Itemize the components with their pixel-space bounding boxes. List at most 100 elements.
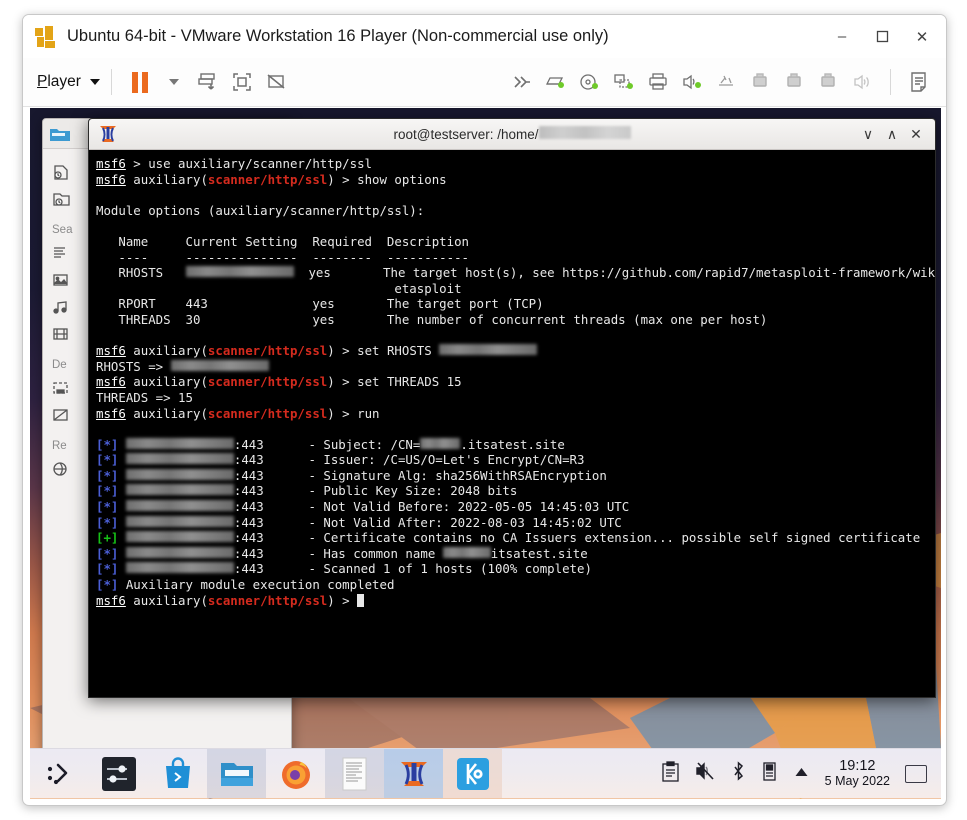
tray-bluetooth[interactable] bbox=[731, 760, 746, 787]
taskbar-firefox[interactable] bbox=[266, 749, 325, 798]
tray-removable-media[interactable] bbox=[761, 761, 778, 787]
terminal-line: [*] :443 - Signature Alg: sha256WithRSAE… bbox=[96, 467, 607, 483]
terminal-line: msf6 > use auxiliary/scanner/http/ssl bbox=[96, 156, 373, 171]
taskbar-kde[interactable] bbox=[443, 749, 502, 798]
clock-date: 5 May 2022 bbox=[824, 773, 890, 788]
taskbar-store[interactable] bbox=[148, 749, 207, 798]
vmware-device-toolbar bbox=[505, 65, 946, 99]
usb-device-3-icon[interactable] bbox=[811, 65, 845, 99]
vmware-titlebar: Ubuntu 64-bit - VMware Workstation 16 Pl… bbox=[23, 15, 946, 58]
taskbar-app-buttons bbox=[30, 749, 502, 798]
terminal-line: msf6 auxiliary(scanner/http/ssl) > set R… bbox=[96, 343, 928, 359]
speaker-icon[interactable] bbox=[845, 65, 879, 99]
terminal-minimize-button[interactable]: ∨ bbox=[857, 123, 879, 145]
show-desktop-button[interactable] bbox=[905, 764, 927, 783]
pause-dropdown-button[interactable] bbox=[157, 65, 191, 99]
redacted-text bbox=[125, 546, 234, 558]
taskbar-start-button[interactable] bbox=[30, 749, 89, 798]
chevron-down-icon bbox=[89, 79, 100, 85]
terminal-line: RHOSTS yes The target host(s), see https… bbox=[96, 265, 935, 281]
terminal-close-button[interactable]: ✕ bbox=[905, 123, 927, 145]
taskbar-settings[interactable] bbox=[89, 749, 148, 798]
redacted-text bbox=[125, 468, 234, 480]
terminal-line: msf6 auxiliary(scanner/http/ssl) > show … bbox=[96, 171, 447, 187]
network-adapter-icon[interactable] bbox=[539, 65, 573, 99]
toolbar-divider bbox=[890, 69, 891, 95]
terminal-line: msf6 auxiliary(scanner/http/ssl) > run bbox=[96, 405, 380, 421]
terminal-line: [*] :443 - Subject: /CN= .itsatest.site bbox=[96, 436, 565, 452]
player-menu-button[interactable]: Player bbox=[37, 73, 100, 91]
toolbar-divider bbox=[110, 69, 112, 95]
tray-show-hidden[interactable] bbox=[793, 765, 810, 783]
terminal-output[interactable]: msf6 > use auxiliary/scanner/http/ssl msf… bbox=[89, 150, 935, 697]
player-menu-label: Player bbox=[37, 73, 81, 90]
recent-folder-icon bbox=[52, 191, 71, 208]
terminal-titlebar[interactable]: root@testserver: /home/ ∨ ∧ ✕ bbox=[89, 119, 935, 150]
terminal-icon bbox=[97, 123, 119, 145]
taskbar-notepad[interactable] bbox=[325, 749, 384, 798]
clock-time: 19:12 bbox=[839, 757, 876, 774]
redacted-text bbox=[125, 453, 234, 465]
expand-toolbar-button[interactable] bbox=[505, 65, 539, 99]
send-key-icon[interactable] bbox=[902, 65, 936, 99]
redacted-text bbox=[125, 484, 234, 496]
terminal-line: [*] :443 - Has common name itsatest.site bbox=[96, 545, 588, 561]
vmware-window-controls: – ✕ bbox=[822, 15, 942, 58]
hard-disk-icon[interactable] bbox=[709, 65, 743, 99]
full-screen-button[interactable] bbox=[225, 65, 259, 99]
sound-card-icon[interactable] bbox=[675, 65, 709, 99]
close-button[interactable]: ✕ bbox=[902, 22, 942, 52]
taskbar-vmware[interactable] bbox=[384, 749, 443, 798]
recent-document-icon bbox=[52, 164, 71, 181]
pause-button[interactable] bbox=[123, 65, 157, 99]
redacted-text bbox=[125, 437, 234, 449]
terminal-line: [*] :443 - Not Valid After: 2022-08-03 1… bbox=[96, 514, 622, 530]
terminal-window-controls: ∨ ∧ ✕ bbox=[857, 123, 935, 145]
terminal-window[interactable]: root@testserver: /home/ ∨ ∧ ✕ msf6 > use… bbox=[88, 118, 936, 698]
terminal-line: [+] :443 - Certificate contains no CA Is… bbox=[96, 530, 921, 546]
terminal-line: [*] Auxiliary module execution completed bbox=[96, 577, 395, 593]
cd-dvd-icon[interactable] bbox=[573, 65, 607, 99]
terminal-maximize-button[interactable]: ∧ bbox=[881, 123, 903, 145]
vm-guest-screen[interactable]: Sea De Re root@testserver: /home/ ∨ ∧ ✕ … bbox=[30, 108, 941, 799]
redacted-text bbox=[439, 344, 538, 356]
taskbar-system-tray: 19:12 5 May 2022 bbox=[661, 757, 941, 789]
terminal-line: [*] :443 - Not Valid Before: 2022-05-05 … bbox=[96, 499, 630, 515]
redacted-text bbox=[125, 515, 234, 527]
redacted-text bbox=[420, 437, 461, 449]
maximize-button[interactable] bbox=[862, 22, 902, 52]
minimize-button[interactable]: – bbox=[822, 22, 862, 52]
network-icon bbox=[52, 461, 71, 478]
terminal-line: RHOSTS => bbox=[96, 359, 928, 375]
tray-volume-muted[interactable] bbox=[695, 761, 716, 786]
usb-device-2-icon[interactable] bbox=[777, 65, 811, 99]
terminal-line: Name Current Setting Required Descriptio… bbox=[96, 233, 469, 249]
taskbar-file-explorer[interactable] bbox=[207, 749, 266, 798]
disk-icon bbox=[52, 407, 71, 424]
terminal-line: ---- --------------- -------- ----------… bbox=[96, 249, 469, 265]
vmware-app-icon bbox=[35, 25, 57, 48]
redacted-text bbox=[125, 562, 234, 574]
documents-icon bbox=[52, 245, 71, 262]
vmware-window-title: Ubuntu 64-bit - VMware Workstation 16 Pl… bbox=[67, 27, 609, 45]
usb-device-1-icon[interactable] bbox=[743, 65, 777, 99]
terminal-line: Module options (auxiliary/scanner/http/s… bbox=[96, 202, 425, 218]
images-icon bbox=[52, 272, 71, 289]
snapshot-button[interactable] bbox=[191, 65, 225, 99]
tray-clipboard[interactable] bbox=[661, 760, 680, 787]
device-icon bbox=[52, 380, 71, 397]
network-adapter2-icon[interactable] bbox=[607, 65, 641, 99]
taskbar-clock[interactable]: 19:12 5 May 2022 bbox=[824, 757, 890, 789]
terminal-line: msf6 auxiliary(scanner/http/ssl) > bbox=[96, 593, 928, 609]
windows-taskbar: 19:12 5 May 2022 bbox=[30, 748, 941, 798]
unity-mode-button[interactable] bbox=[259, 65, 293, 99]
audio-icon bbox=[52, 299, 71, 316]
terminal-line: RPORT 443 yes The target port (TCP) bbox=[96, 296, 544, 312]
printer-icon[interactable] bbox=[641, 65, 675, 99]
terminal-window-title: root@testserver: /home/ bbox=[89, 126, 935, 142]
terminal-line: [*] :443 - Issuer: /C=US/O=Let's Encrypt… bbox=[96, 452, 585, 468]
